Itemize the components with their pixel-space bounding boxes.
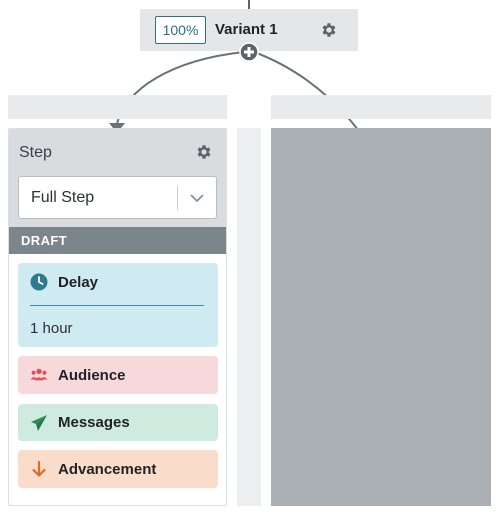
delay-divider [30,305,204,306]
step-title: Step [19,144,52,161]
audience-label: Audience [58,367,126,384]
delay-value: 1 hour [30,320,73,337]
delay-label: Delay [58,274,99,291]
paper-plane-icon [31,415,47,431]
advancement-block[interactable]: Advancement [18,450,218,488]
clock-icon [30,273,48,291]
plus-circle-icon[interactable] [239,42,259,62]
messages-block[interactable]: Messages [18,404,218,441]
step-type-select[interactable]: Full Step [18,176,217,219]
select-divider [177,186,178,210]
gear-icon[interactable] [195,143,213,161]
audience-block[interactable]: Audience [18,356,218,394]
step-column-header [8,95,227,119]
delay-block[interactable]: Delay 1 hour [18,263,218,347]
gear-icon[interactable] [320,21,338,39]
users-icon [30,368,48,381]
step-header: Step Full Step [9,129,226,227]
arrow-down-icon [32,460,46,477]
step-type-value: Full Step [31,189,95,206]
next-column-header [271,95,491,119]
status-bar: DRAFT [9,227,226,254]
chevron-down-icon[interactable] [189,191,205,205]
messages-label: Messages [58,414,130,431]
variant-percentage[interactable]: 100% [155,16,206,44]
variant-title: Variant 1 [215,21,278,38]
column-gap-dropzone [237,128,261,506]
advancement-label: Advancement [58,461,157,478]
placeholder-column[interactable] [271,128,491,506]
status-badge: DRAFT [21,233,68,248]
step-card[interactable]: Step Full Step DRAFT Delay 1 hour Audien… [8,128,227,506]
